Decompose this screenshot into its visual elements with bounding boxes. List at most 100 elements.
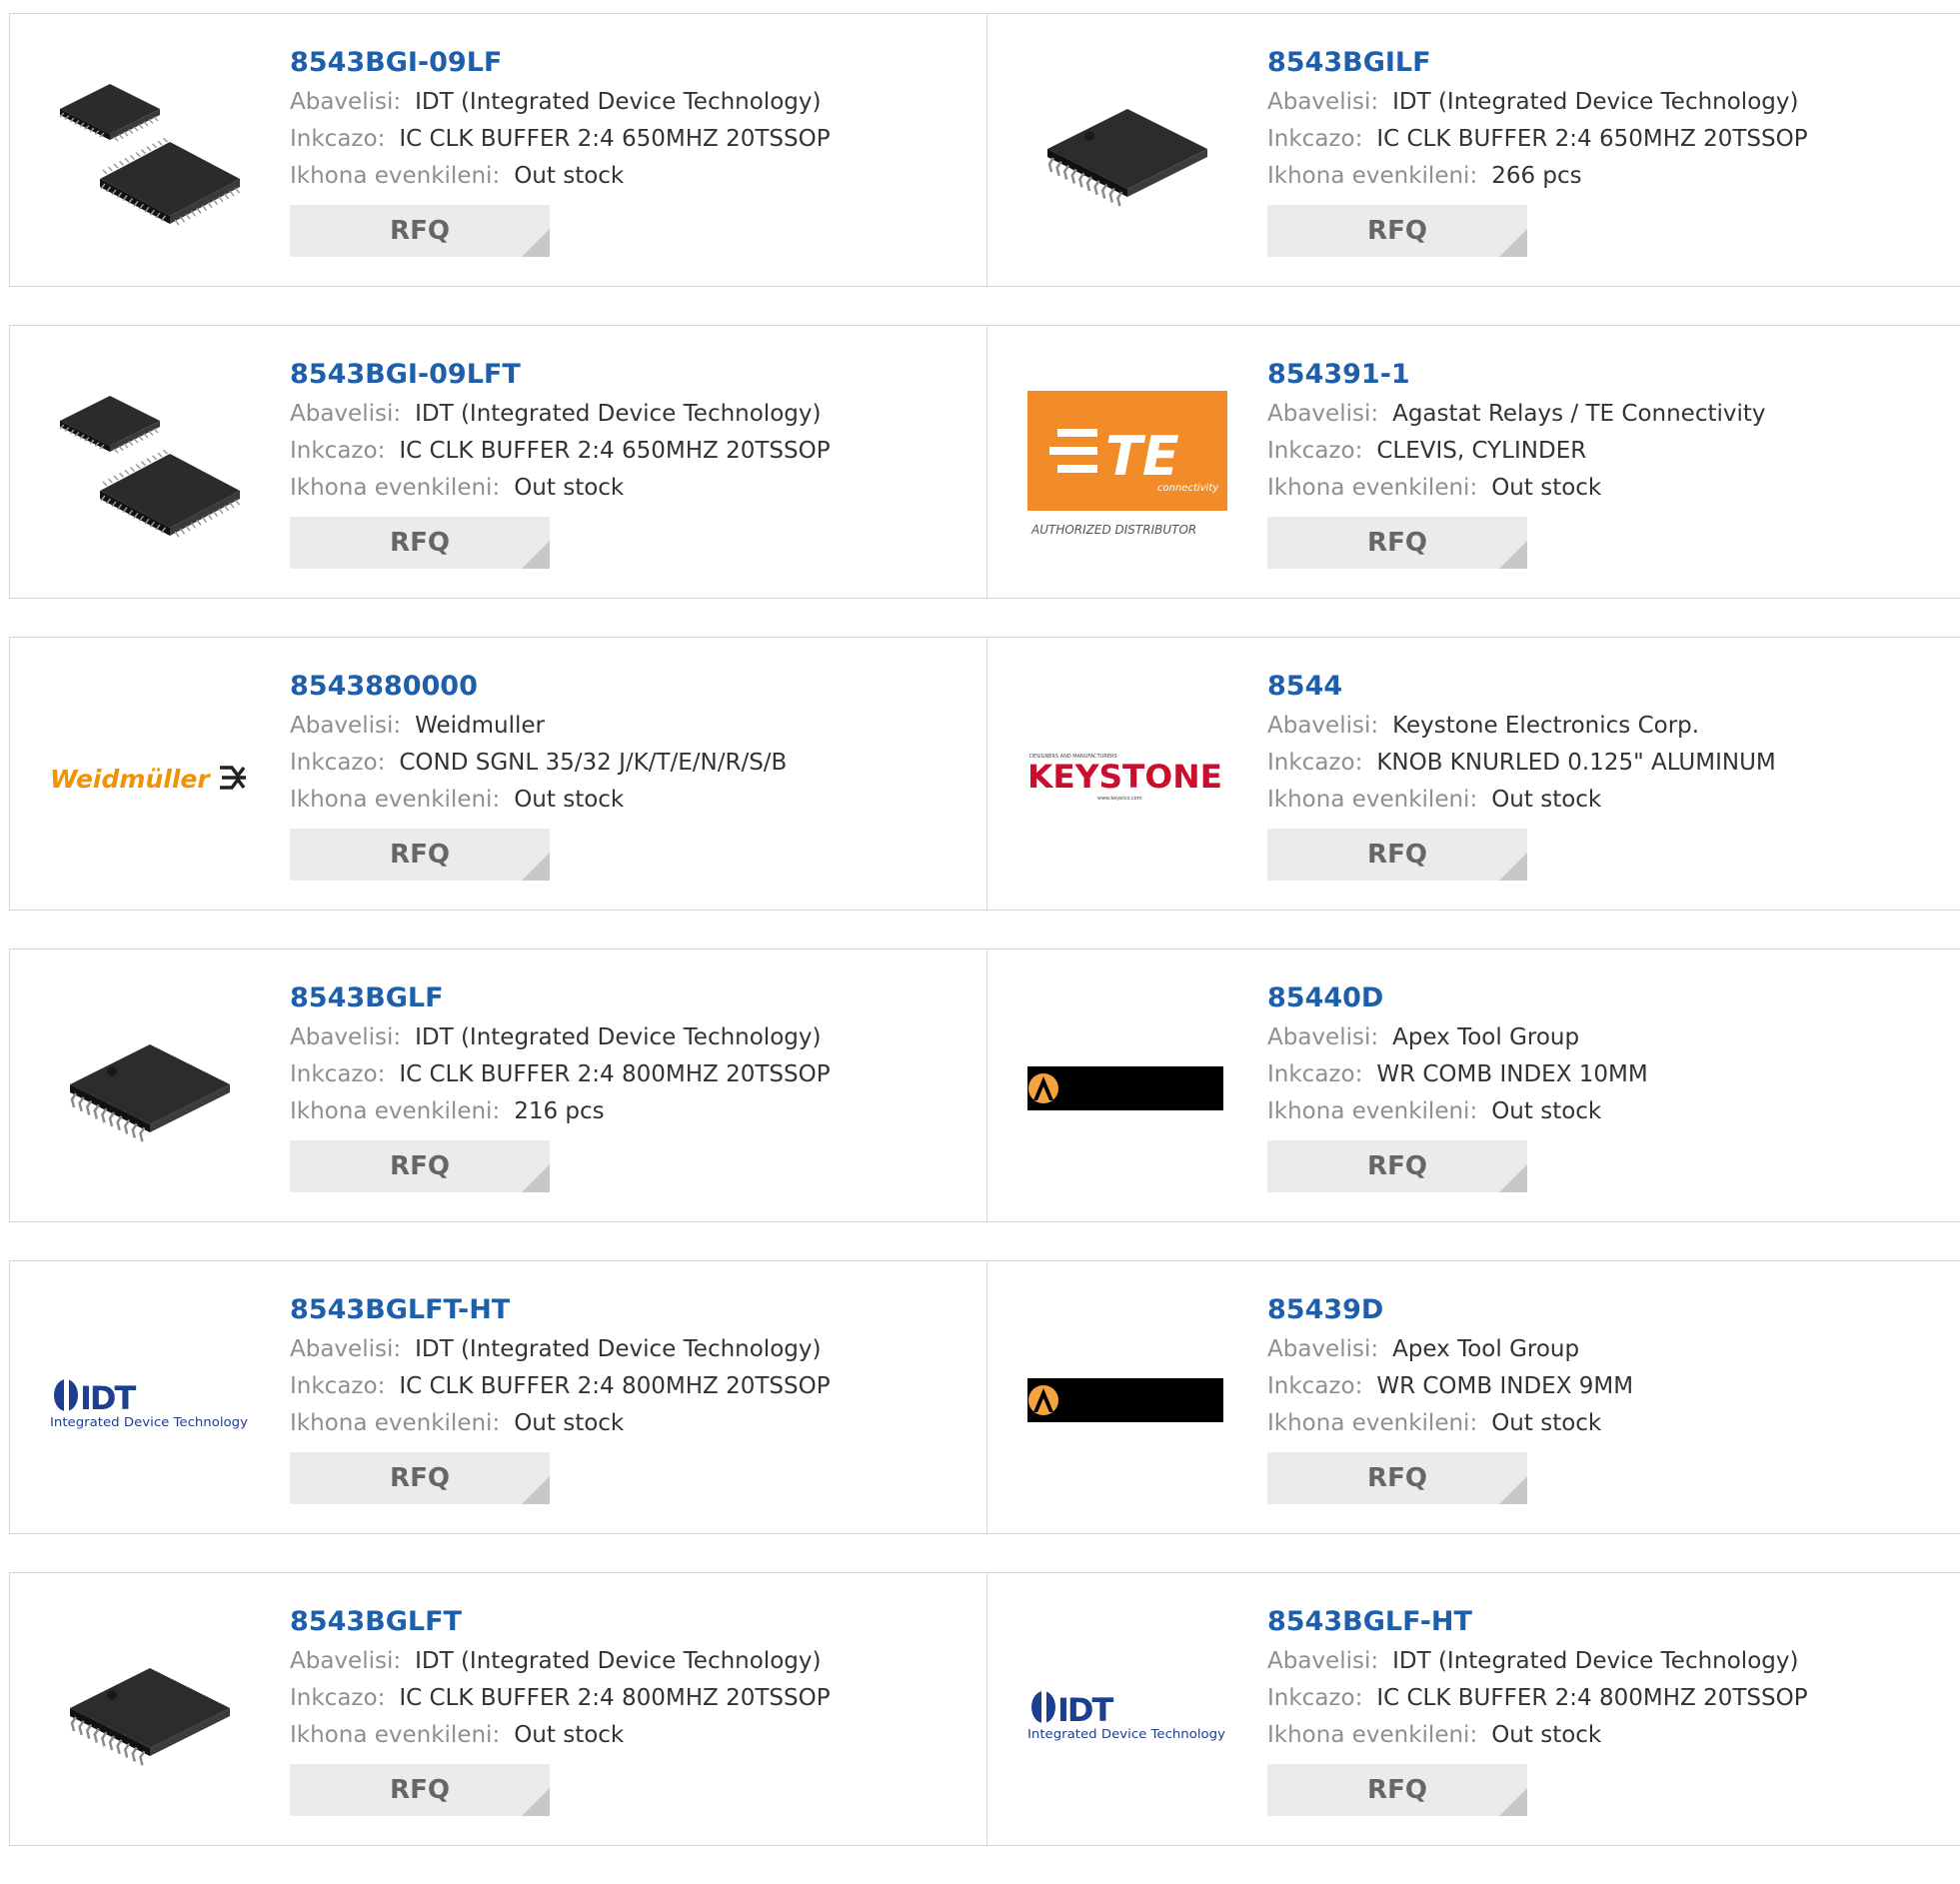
corner-triangle-icon <box>522 1788 550 1816</box>
product-image-idt-logo[interactable]: IDT Integrated Device Technology <box>1027 1613 1227 1813</box>
description-value: IC CLK BUFFER 2:4 800MHZ 20TSSOP <box>399 1373 831 1399</box>
rfq-button[interactable]: RFQ <box>1267 829 1527 881</box>
product-image-apex-logo[interactable] <box>1027 1301 1227 1501</box>
rfq-button[interactable]: RFQ <box>1267 1140 1527 1192</box>
rfq-button[interactable]: RFQ <box>1267 1764 1527 1816</box>
part-number-link[interactable]: 85440D <box>1267 977 1648 1019</box>
manufacturer-line: Abavelisi: Agastat Relays / TE Connectivi… <box>1267 396 1766 433</box>
stock-value: 216 pcs <box>514 1098 605 1124</box>
product-row: 8543BGI-09LF Abavelisi: IDT (Integrated D… <box>9 13 1960 287</box>
description-value: IC CLK BUFFER 2:4 800MHZ 20TSSOP <box>399 1685 831 1711</box>
product-grid: 8543BGI-09LF Abavelisi: IDT (Integrated D… <box>9 13 1960 1884</box>
product-card: 85439D Abavelisi: Apex Tool Group Inkcazo… <box>986 1261 1960 1533</box>
description-line: Inkcazo: CLEVIS, CYLINDER <box>1267 433 1766 470</box>
svg-text:IDT: IDT <box>1057 1691 1113 1729</box>
stock-value: Out stock <box>514 475 625 501</box>
stock-label: Ikhona evenkileni: <box>290 1722 501 1748</box>
product-card: 8543BGLF Abavelisi: IDT (Integrated Devic… <box>10 949 986 1221</box>
product-image-apex-logo[interactable] <box>1027 989 1227 1189</box>
rfq-button[interactable]: RFQ <box>290 205 550 257</box>
stock-label: Ikhona evenkileni: <box>1267 1098 1478 1124</box>
rfq-label: RFQ <box>1367 528 1427 558</box>
rfq-button[interactable]: RFQ <box>290 1764 550 1816</box>
manufacturer-line: Abavelisi: IDT (Integrated Device Technol… <box>1267 84 1808 121</box>
stock-line: Ikhona evenkileni: Out stock <box>1267 1093 1648 1130</box>
svg-text:TE: TE <box>1105 425 1179 488</box>
product-image-weidmuller-logo[interactable]: Weidmüller <box>50 678 250 878</box>
description-value: IC CLK BUFFER 2:4 650MHZ 20TSSOP <box>399 126 831 152</box>
manufacturer-value: IDT (Integrated Device Technology) <box>415 89 822 115</box>
description-label: Inkcazo: <box>1267 1061 1363 1087</box>
rfq-label: RFQ <box>390 216 450 246</box>
rfq-button[interactable]: RFQ <box>290 1140 550 1192</box>
corner-triangle-icon <box>522 1476 550 1504</box>
product-image-te-logo[interactable]: TE connectivity AUTHORIZED DISTRIBUTOR <box>1027 366 1227 566</box>
manufacturer-value: IDT (Integrated Device Technology) <box>1392 89 1799 115</box>
part-number-link[interactable]: 8543BGI-09LFT <box>290 354 831 396</box>
manufacturer-label: Abavelisi: <box>290 89 402 115</box>
part-number-link[interactable]: 8543BGLFT-HT <box>290 1289 831 1331</box>
stock-value: Out stock <box>1491 1098 1602 1124</box>
product-image-chip-tssop-icon[interactable] <box>50 989 250 1189</box>
corner-triangle-icon <box>522 541 550 569</box>
manufacturer-label: Abavelisi: <box>1267 713 1379 739</box>
svg-text:IDT: IDT <box>80 1379 136 1417</box>
rfq-button[interactable]: RFQ <box>290 517 550 569</box>
part-number-link[interactable]: 854391-1 <box>1267 354 1766 396</box>
part-number-link[interactable]: 8543880000 <box>290 666 787 708</box>
part-number-link[interactable]: 8543BGILF <box>1267 42 1808 84</box>
rfq-button[interactable]: RFQ <box>1267 1452 1527 1504</box>
manufacturer-value: IDT (Integrated Device Technology) <box>415 1648 822 1674</box>
corner-triangle-icon <box>522 853 550 881</box>
corner-triangle-icon <box>1499 541 1527 569</box>
product-info: 8543BGI-09LF Abavelisi: IDT (Integrated D… <box>290 42 831 257</box>
description-label: Inkcazo: <box>290 438 386 464</box>
product-row: Weidmüller 8543880000 Abavelisi: Weidmull… <box>9 637 1960 911</box>
stock-label: Ikhona evenkileni: <box>1267 1722 1478 1748</box>
stock-line: Ikhona evenkileni: Out stock <box>290 470 831 507</box>
product-image-chip-qfp-pair-icon[interactable] <box>50 54 250 254</box>
product-row: 8543BGI-09LFT Abavelisi: IDT (Integrated … <box>9 325 1960 599</box>
stock-value: Out stock <box>1491 475 1602 501</box>
product-row: 8543BGLFT Abavelisi: IDT (Integrated Devi… <box>9 1572 1960 1846</box>
rfq-button[interactable]: RFQ <box>1267 517 1527 569</box>
part-number-link[interactable]: 8544 <box>1267 666 1776 708</box>
product-image-chip-tssop-icon[interactable] <box>1027 54 1227 254</box>
manufacturer-label: Abavelisi: <box>290 401 402 427</box>
manufacturer-value: Apex Tool Group <box>1392 1024 1580 1050</box>
corner-triangle-icon <box>522 1164 550 1192</box>
stock-line: Ikhona evenkileni: Out stock <box>290 782 787 819</box>
stock-line: Ikhona evenkileni: Out stock <box>1267 470 1766 507</box>
manufacturer-label: Abavelisi: <box>290 1648 402 1674</box>
manufacturer-value: Weidmuller <box>415 713 545 739</box>
part-number-link[interactable]: 8543BGI-09LF <box>290 42 831 84</box>
corner-triangle-icon <box>1499 229 1527 257</box>
part-number-link[interactable]: 8543BGLF-HT <box>1267 1601 1808 1643</box>
stock-line: Ikhona evenkileni: Out stock <box>1267 1717 1808 1754</box>
product-image-chip-qfp-pair-icon[interactable] <box>50 366 250 566</box>
part-number-link[interactable]: 85439D <box>1267 1289 1633 1331</box>
rfq-button[interactable]: RFQ <box>290 1452 550 1504</box>
rfq-label: RFQ <box>1367 1463 1427 1493</box>
stock-value: Out stock <box>514 787 625 813</box>
part-number-link[interactable]: 8543BGLFT <box>290 1601 831 1643</box>
manufacturer-value: Apex Tool Group <box>1392 1336 1580 1362</box>
part-number-link[interactable]: 8543BGLF <box>290 977 831 1019</box>
svg-text:KEYSTONE: KEYSTONE <box>1027 758 1222 796</box>
description-line: Inkcazo: IC CLK BUFFER 2:4 650MHZ 20TSSOP <box>1267 121 1808 158</box>
description-line: Inkcazo: IC CLK BUFFER 2:4 800MHZ 20TSSOP <box>290 1368 831 1405</box>
svg-text:connectivity: connectivity <box>1157 483 1219 494</box>
product-row: 8543BGLF Abavelisi: IDT (Integrated Devic… <box>9 948 1960 1222</box>
product-image-idt-logo[interactable]: IDT Integrated Device Technology <box>50 1301 250 1501</box>
product-image-chip-tssop-icon[interactable] <box>50 1613 250 1813</box>
product-info: 8544 Abavelisi: Keystone Electronics Corp… <box>1267 666 1776 881</box>
rfq-label: RFQ <box>390 1151 450 1181</box>
rfq-button[interactable]: RFQ <box>290 829 550 881</box>
corner-triangle-icon <box>1499 1164 1527 1192</box>
description-line: Inkcazo: IC CLK BUFFER 2:4 650MHZ 20TSSOP <box>290 121 831 158</box>
rfq-button[interactable]: RFQ <box>1267 205 1527 257</box>
description-value: IC CLK BUFFER 2:4 650MHZ 20TSSOP <box>1376 126 1808 152</box>
description-line: Inkcazo: IC CLK BUFFER 2:4 800MHZ 20TSSOP <box>290 1680 831 1717</box>
product-image-keystone-logo[interactable]: DESIGNERS AND MANUFACTURERS KEYSTONE www… <box>1027 678 1227 878</box>
rfq-label: RFQ <box>1367 1151 1427 1181</box>
